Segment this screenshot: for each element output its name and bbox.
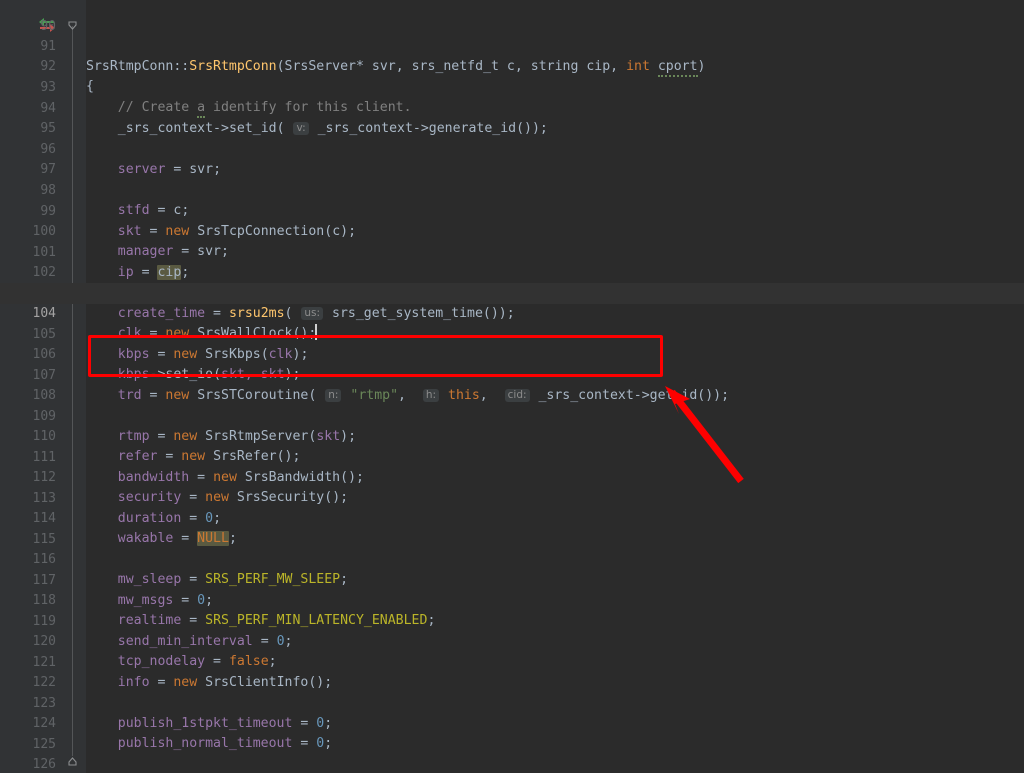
- editor-line[interactable]: 109 rtmp = new SrsRtmpServer(skt);: [0, 386, 1024, 445]
- editor-line[interactable]: 124 publish_normal_timeout = 0;: [0, 693, 1024, 752]
- editor-line[interactable]: 122: [0, 652, 1024, 690]
- editor-line[interactable]: 94 _srs_context->set_id( v: _srs_context…: [0, 78, 1024, 137]
- editor-line[interactable]: 107 trd = new SrsSTCoroutine( n: "rtmp",…: [0, 345, 1024, 404]
- editor-line[interactable]: 106 kbps->set_io(skt, skt);: [0, 324, 1024, 383]
- editor-line[interactable]: 105 kbps = new SrsKbps(clk);: [0, 304, 1024, 363]
- editor-line[interactable]: 97: [0, 139, 1024, 177]
- editor-line[interactable]: 93 // Create a identify for this client.: [0, 57, 1024, 119]
- editor-line[interactable]: 120 tcp_nodelay = false;: [0, 611, 1024, 670]
- editor-line[interactable]: 112 security = new SrsSecurity();: [0, 447, 1024, 506]
- editor-line[interactable]: 108: [0, 365, 1024, 403]
- editor-line[interactable]: 100 manager = svr;: [0, 201, 1024, 260]
- editor-line[interactable]: 113 duration = 0;: [0, 468, 1024, 527]
- editor-line[interactable]: 111 bandwidth = new SrsBandwidth();: [0, 427, 1024, 486]
- editor-line[interactable]: 123 publish_1stpkt_timeout = 0;: [0, 673, 1024, 732]
- editor-line[interactable]: 92 {: [0, 36, 1024, 95]
- editor-line[interactable]: 102 port = cport;: [0, 242, 1024, 301]
- editor-line[interactable]: 118 realtime = SRS_PERF_MIN_LATENCY_ENAB…: [0, 570, 1024, 629]
- editor-line[interactable]: 119 send_min_interval = 0;: [0, 591, 1024, 650]
- editor-line[interactable]: 99 skt = new SrsTcpConnection(c);: [0, 181, 1024, 240]
- editor-line[interactable]: 95: [0, 98, 1024, 136]
- editor-line[interactable]: 101 ip = cip;: [0, 222, 1024, 281]
- editor-line[interactable]: 125: [0, 714, 1024, 752]
- editor-line[interactable]: 110 refer = new SrsRefer();: [0, 406, 1024, 465]
- editor-line[interactable]: 98 stfd = c;: [0, 160, 1024, 219]
- editor-line[interactable]: 114 wakable = NULL;: [0, 488, 1024, 547]
- editor-line[interactable]: 127 }: [0, 755, 1024, 773]
- editor-line[interactable]: 117 mw_msgs = 0;: [0, 550, 1024, 609]
- editor-line-current[interactable]: 104 clk = new SrsWallClock();: [0, 283, 1024, 341]
- editor-line[interactable]: 90: [0, 0, 1024, 34]
- editor-line[interactable]: 96 server = svr;: [0, 119, 1024, 178]
- editor-line[interactable]: 121 info = new SrsClientInfo();: [0, 632, 1024, 691]
- editor-line[interactable]: 116 mw_sleep = SRS_PERF_MW_SLEEP;: [0, 529, 1024, 588]
- editor-line[interactable]: 126 _srs_config->subscribe( handler: thi…: [0, 734, 1024, 772]
- editor-line[interactable]: 115: [0, 509, 1024, 547]
- code-editor[interactable]: 90 91 SrsRtmpConn::SrsRtmpConn(SrsServer…: [0, 0, 1024, 773]
- editor-line[interactable]: 91 SrsRtmpConn::SrsRtmpConn(SrsServer* s…: [0, 16, 1024, 78]
- editor-line[interactable]: 103 create_time = srsu2ms( us: srs_get_s…: [0, 263, 1024, 322]
